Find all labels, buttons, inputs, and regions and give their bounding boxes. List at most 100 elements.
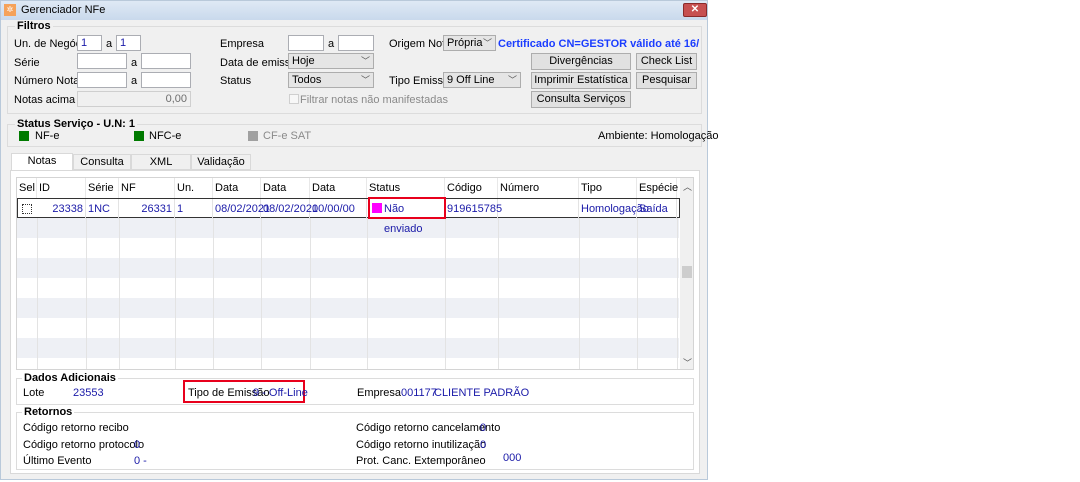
extemporaneo-value: 000 (503, 452, 522, 464)
cell-un-neg: 1 (175, 199, 213, 219)
status-label: Status (220, 75, 252, 87)
notas-grid: Sel ID Série NF Un. Neg. Data Nota Data … (16, 177, 694, 370)
pesquisar-button[interactable]: Pesquisar (636, 72, 697, 89)
cell-serie: 1NC (86, 199, 119, 219)
app-icon: ✲ (4, 4, 16, 16)
origem-nota-label: Origem Nota (389, 38, 452, 50)
recibo-label: Código retorno recibo (23, 422, 129, 434)
filters-title: Filtros (15, 20, 53, 32)
data-emissao-value: Hoje (292, 55, 315, 67)
cell-protocolo (498, 199, 579, 219)
tab-xml[interactable]: XML (131, 154, 191, 170)
filtrar-checkbox[interactable] (289, 94, 299, 104)
cell-tipo-ambiente: Homologação (579, 199, 649, 219)
chevron-down-icon: ﹀ (482, 38, 492, 48)
origem-nota-select[interactable]: Própria ﹀ (443, 35, 496, 51)
scroll-up-icon[interactable]: ︿ (683, 180, 692, 193)
tipo-emissao-value: 9 - Off-Line (253, 387, 308, 399)
lote-label: Lote (23, 387, 45, 399)
sep: a (328, 38, 335, 50)
filtrar-label: Filtrar notas não manifestadas (300, 94, 448, 106)
empresa-nome: CLIENTE PADRÃO (434, 387, 530, 399)
nfe-manager-window: ✲ Gerenciador NFe ✕ Filtros Un. de Negóc… (0, 0, 718, 480)
serie-to-input[interactable] (141, 53, 191, 69)
nfe-status-indicator (19, 131, 29, 141)
col-header-data-retorno[interactable]: Data retorno (310, 178, 367, 214)
col-header-data-envio[interactable]: Data envio (261, 178, 310, 214)
empresa-from-input[interactable] (288, 35, 324, 51)
retornos-title: Retornos (22, 406, 75, 418)
cfe-sat-status-indicator (248, 131, 258, 141)
empresa-to-input[interactable] (338, 35, 374, 51)
col-header-numero-protocolo[interactable]: Número protocolo (498, 178, 579, 214)
status-servico-title: Status Serviço - U.N: 1 (15, 118, 137, 130)
cell-data-envio: 08/02/2021 (261, 199, 318, 219)
title-bar: ✲ Gerenciador NFe ✕ (1, 1, 707, 20)
col-header-data-nota[interactable]: Data Nota (213, 178, 261, 214)
serie-label: Série (14, 57, 40, 69)
sep: a (131, 75, 138, 87)
protocolo-value: 0 (134, 439, 141, 451)
col-header-tipo-ambiente[interactable]: Tipo ambiente (579, 178, 637, 214)
ambiente-label: Ambiente: Homologação (598, 130, 719, 142)
data-emissao-select[interactable]: Hoje ﹀ (288, 53, 374, 69)
origem-nota-value: Própria (447, 37, 483, 49)
inutilizacao-value: 0 (480, 439, 487, 451)
lote-value: 23553 (73, 387, 104, 399)
tipo-emissao-select[interactable]: 9 Off Line ﹀ (443, 72, 521, 88)
col-header-especie[interactable]: Espécie (637, 178, 678, 198)
imprimir-estatistica-button[interactable]: Imprimir Estatística (531, 72, 631, 89)
status-select[interactable]: Todos ﹀ (288, 72, 374, 88)
consulta-servicos-button[interactable]: Consulta Serviços (531, 91, 631, 108)
scroll-down-icon[interactable]: ﹀ (683, 356, 692, 369)
tab-consulta-nfe[interactable]: Consulta NFe (73, 154, 131, 182)
col-header-status[interactable]: Status (367, 178, 445, 198)
col-header-un-neg[interactable]: Un. Neg. (175, 178, 213, 214)
col-header-serie[interactable]: Série (86, 178, 119, 198)
cell-data-retorno: 00/00/00 (310, 199, 367, 219)
cancelamento-label: Código retorno cancelamento (356, 422, 501, 434)
nfce-status-indicator (134, 131, 144, 141)
chevron-down-icon: ﹀ (507, 75, 517, 85)
numero-nota-to-input[interactable] (141, 72, 191, 88)
nfce-label: NFC-e (149, 130, 182, 142)
tipo-emissao-value: 9 Off Line (447, 74, 495, 86)
un-negocio-to-input[interactable]: 1 (116, 35, 141, 51)
table-row[interactable]: 23338 1NC 26331 1 08/02/2021 08/02/2021 … (17, 198, 680, 235)
cell-data-nota: 08/02/2021 (213, 199, 270, 219)
cell-nf: 26331 (119, 199, 175, 219)
evento-value: 0 - (134, 455, 147, 467)
window-title: Gerenciador NFe (21, 4, 106, 16)
cell-codigo-nfe: 919615785 (445, 199, 502, 219)
select-checkbox[interactable] (22, 204, 32, 214)
evento-label: Último Evento (23, 455, 92, 467)
cancelamento-value: 0 (480, 422, 487, 434)
col-header-sel[interactable]: Sel (17, 178, 37, 198)
notas-acima-input[interactable]: 0,00 (77, 91, 191, 107)
certificado-info: Certificado CN=GESTOR válido até 16/10/2… (498, 38, 699, 50)
tab-notas-fiscais[interactable]: Notas Fiscais (11, 153, 73, 181)
col-header-codigo-nfe[interactable]: Código NFe (445, 178, 498, 214)
sep: a (106, 38, 113, 50)
numero-nota-from-input[interactable] (77, 72, 127, 88)
empresa-label: Empresa (357, 387, 402, 399)
col-header-nf[interactable]: NF (119, 178, 175, 198)
dados-adicionais-title: Dados Adicionais (22, 372, 118, 384)
serie-from-input[interactable] (77, 53, 127, 69)
extemporaneo-label: Prot. Canc. Extemporâneo (356, 455, 486, 467)
vertical-scrollbar[interactable]: ︿ ﹀ (680, 178, 693, 369)
un-negocio-from-input[interactable]: 1 (77, 35, 102, 51)
tab-validacao-xml[interactable]: Validação XML (191, 154, 251, 182)
close-button[interactable]: ✕ (683, 3, 707, 17)
status-value: Todos (292, 74, 322, 86)
empresa-label: Empresa (220, 38, 265, 50)
inutilizacao-label: Código retorno inutilização (356, 439, 487, 451)
status-highlight (368, 197, 446, 219)
chevron-down-icon: ﹀ (360, 56, 370, 66)
col-header-id[interactable]: ID (37, 178, 86, 198)
check-list-button[interactable]: Check List (636, 53, 697, 70)
divergencias-button[interactable]: Divergências (531, 53, 631, 70)
scroll-thumb[interactable] (682, 266, 692, 278)
chevron-down-icon: ﹀ (360, 75, 370, 85)
nfe-label: NF-e (35, 130, 60, 142)
